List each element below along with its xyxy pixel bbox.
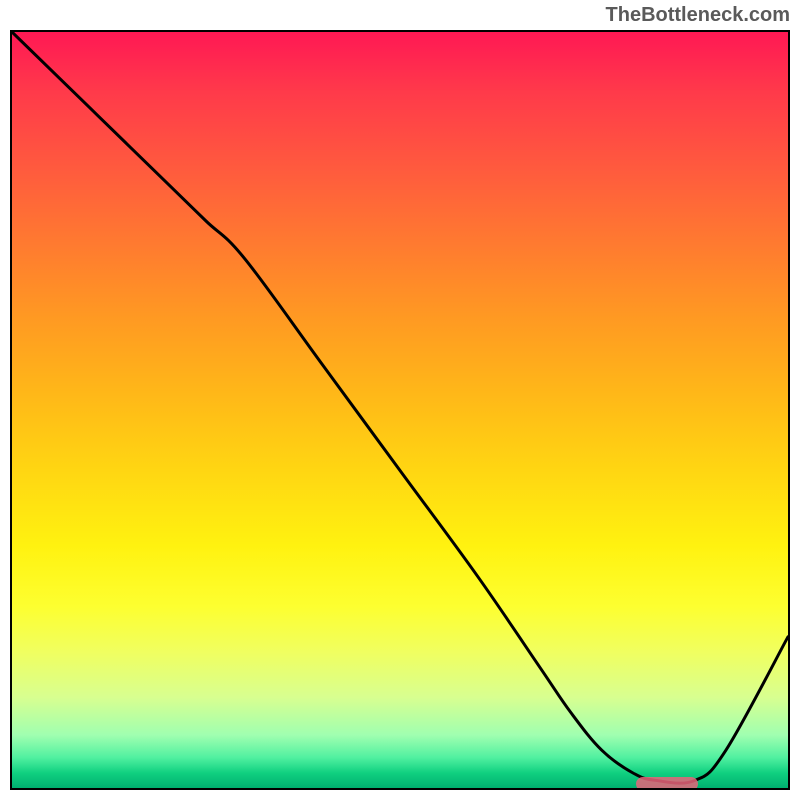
watermark-text: TheBottleneck.com — [606, 4, 790, 27]
plot-area — [10, 30, 790, 790]
chart-svg — [12, 32, 788, 788]
bottleneck-curve — [12, 32, 788, 783]
optimal-range-marker — [636, 777, 698, 790]
